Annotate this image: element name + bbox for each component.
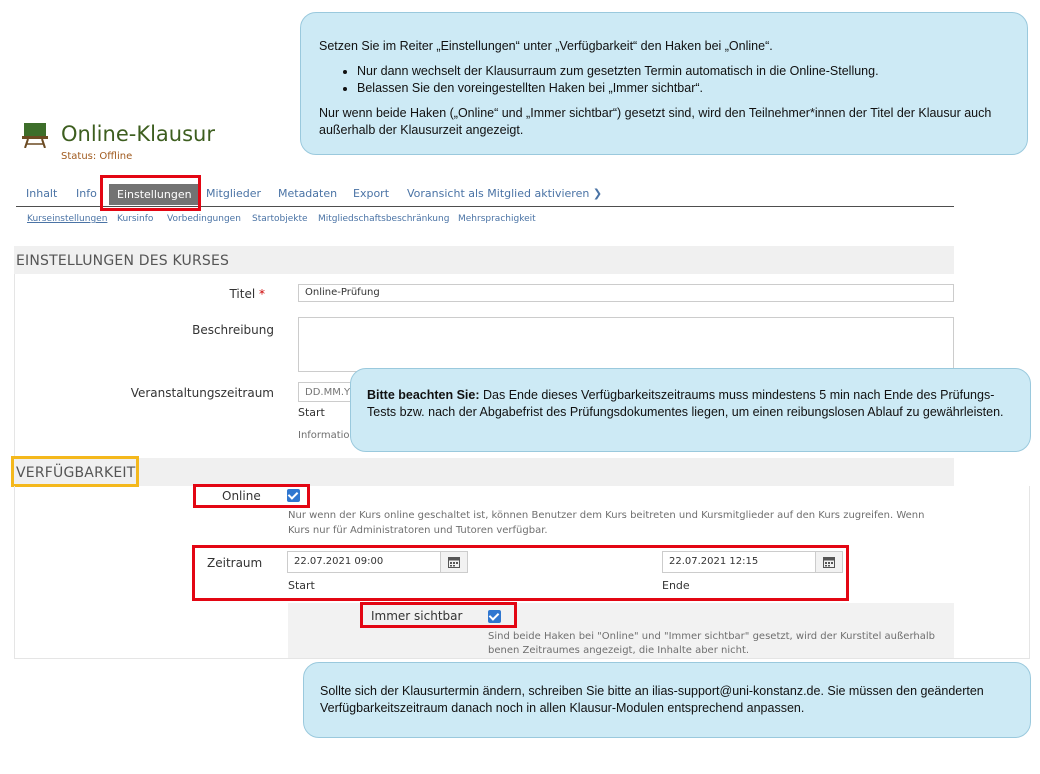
subtab-kurseinstellungen[interactable]: Kurseinstellungen: [27, 214, 107, 224]
callout-bottom: Sollte sich der Klausurtermin ändern, sc…: [303, 662, 1031, 738]
online-help-line1: Nur wenn der Kurs online geschaltet ist,…: [288, 510, 925, 521]
subtab-mehrsprachigkeit[interactable]: Mehrsprachigkeit: [458, 214, 536, 224]
callout-bottom-text: Sollte sich der Klausurtermin ändern, sc…: [320, 684, 984, 715]
period-start-label: Start: [288, 579, 315, 592]
page-title: Online-Klausur: [61, 122, 215, 146]
tab-metadaten[interactable]: Metadaten: [278, 187, 337, 200]
tab-preview-as-member[interactable]: Voransicht als Mitglied aktivieren ❯: [407, 187, 602, 200]
subtab-startobjekte[interactable]: Startobjekte: [252, 214, 308, 224]
callout-top-list: Nur dann wechselt der Klausurraum zum ge…: [319, 63, 1009, 97]
status-badge: Status: Offline: [61, 151, 133, 162]
highlight-availability: [11, 456, 139, 487]
event-period-start-label: Start: [298, 406, 325, 419]
calendar-icon[interactable]: [440, 551, 468, 573]
event-period-start-input[interactable]: [298, 382, 358, 402]
title-input[interactable]: [298, 284, 954, 302]
event-period-label: Veranstaltungszeitraum: [130, 386, 274, 400]
callout-middle: Bitte beachten Sie: Das Ende dieses Verf…: [350, 368, 1031, 452]
subtab-bar: Kurseinstellungen Kursinfo Vorbedingunge…: [16, 214, 954, 228]
tab-mitglieder[interactable]: Mitglieder: [206, 187, 261, 200]
subtab-mitgliedschaftsbeschraenkung[interactable]: Mitgliedschaftsbeschränkung: [318, 214, 449, 224]
section-title: EINSTELLUNGEN DES KURSES: [16, 253, 230, 269]
description-textarea[interactable]: [298, 317, 954, 372]
always-visible-help-line2: benen Zeitraumes angezeigt, die Inhalte …: [488, 645, 750, 656]
title-label: Titel *: [120, 287, 265, 301]
callout-top: Setzen Sie im Reiter „Einstellungen“ unt…: [300, 12, 1028, 155]
online-checkbox[interactable]: [287, 489, 300, 502]
always-visible-checkbox[interactable]: [488, 610, 501, 623]
title-label-text: Titel: [229, 287, 256, 301]
required-mark: *: [259, 287, 265, 301]
highlight-tab-einstellungen: [100, 175, 201, 211]
period-start-input[interactable]: 22.07.2021 09:00: [287, 551, 441, 573]
calendar-icon[interactable]: [815, 551, 843, 573]
callout-top-intro: Setzen Sie im Reiter „Einstellungen“ unt…: [319, 39, 773, 53]
description-label: Beschreibung: [192, 323, 274, 337]
callout-top-outro: Nur wenn beide Haken („Online“ und „Imme…: [319, 106, 992, 137]
callout-middle-bold: Bitte beachten Sie:: [367, 388, 480, 402]
period-end-input[interactable]: 22.07.2021 12:15: [662, 551, 816, 573]
always-visible-label: Immer sichtbar: [371, 609, 463, 623]
section-header-availability: VERFÜGBARKEIT: [14, 458, 954, 486]
subtab-vorbedingungen[interactable]: Vorbedingungen: [167, 214, 241, 224]
chevron-right-icon: ❯: [592, 187, 603, 200]
section-header-course-settings: EINSTELLUNGEN DES KURSES: [14, 246, 954, 274]
tab-export[interactable]: Export: [353, 187, 389, 200]
subtab-kursinfo[interactable]: Kursinfo: [117, 214, 153, 224]
tab-info[interactable]: Info: [76, 187, 97, 200]
exam-board-icon: [22, 122, 48, 149]
callout-top-bullet: Nur dann wechselt der Klausurraum zum ge…: [357, 63, 1009, 80]
always-visible-help-line1: Sind beide Haken bei "Online" und "Immer…: [488, 631, 935, 642]
period-end-label: Ende: [662, 579, 690, 592]
online-label: Online: [222, 489, 261, 503]
callout-top-bullet: Belassen Sie den voreingestellten Haken …: [357, 80, 1009, 97]
tab-inhalt[interactable]: Inhalt: [26, 187, 57, 200]
tab-preview-label: Voransicht als Mitglied aktivieren: [407, 187, 590, 200]
online-help-line2: Kurs nur für Administratoren und Tutoren…: [288, 525, 548, 536]
period-label: Zeitraum: [207, 556, 263, 570]
event-period-info: Information: [298, 430, 356, 441]
